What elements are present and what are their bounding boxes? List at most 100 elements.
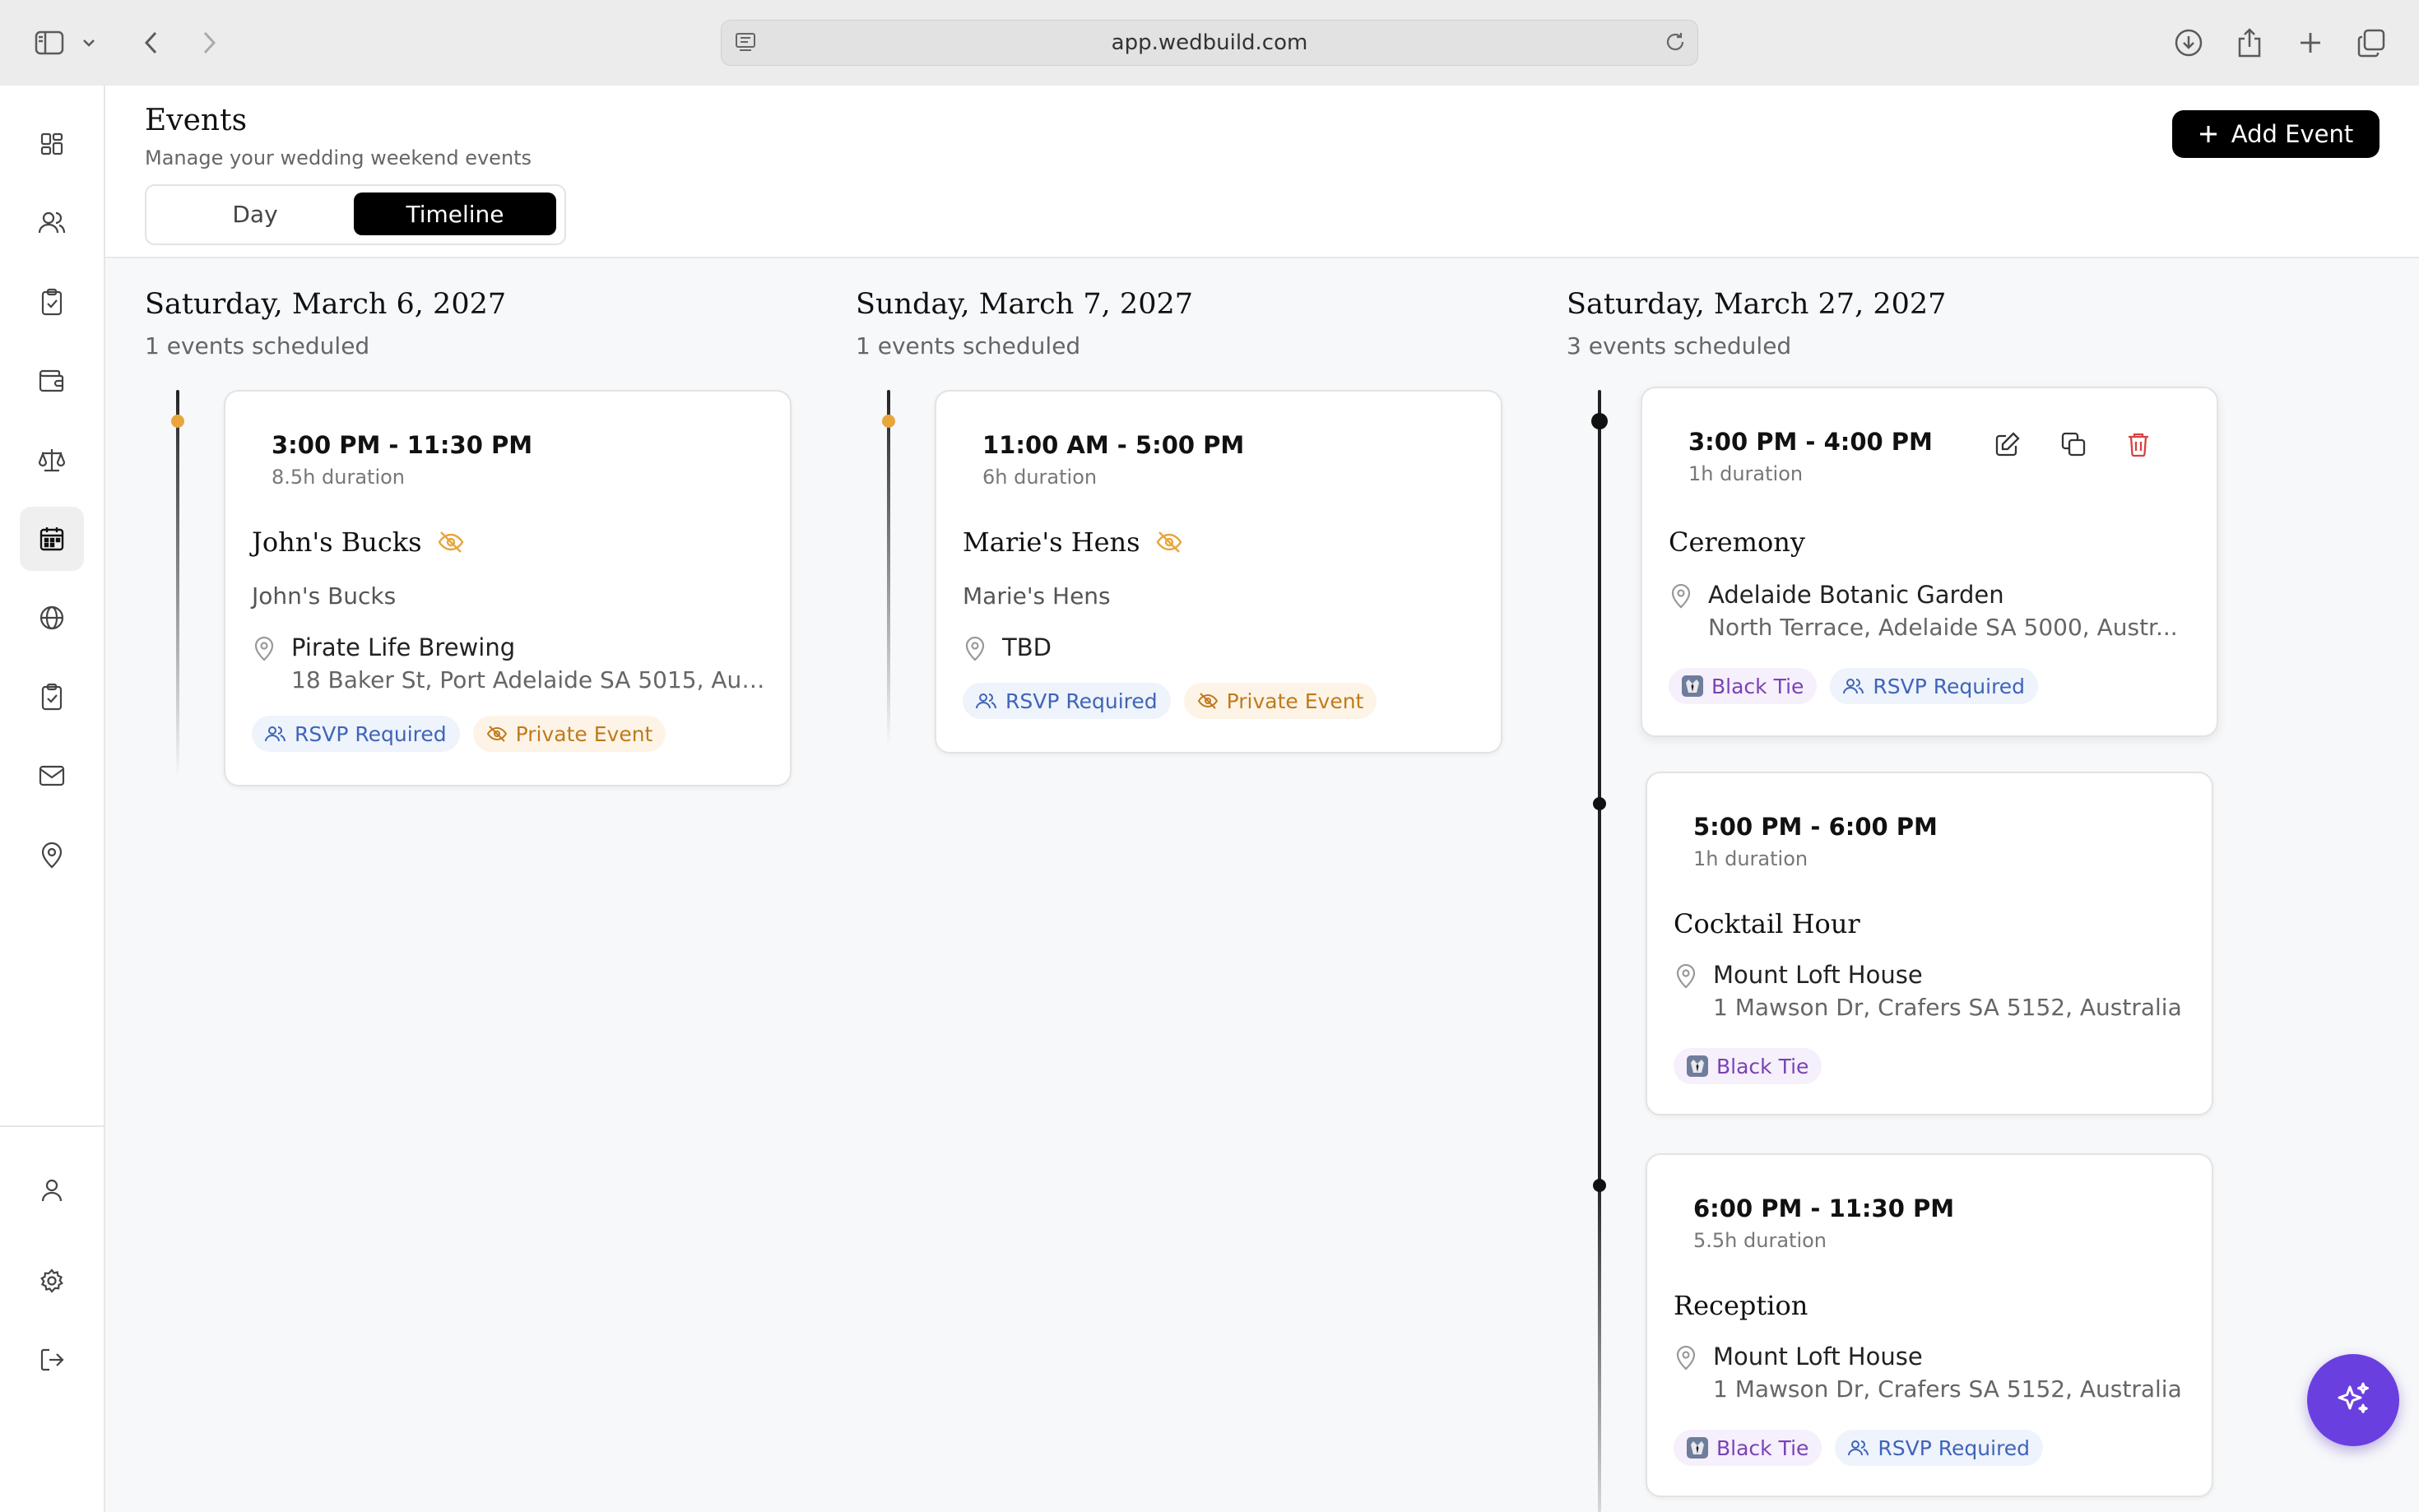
- rsvp-badge: RSVP Required: [252, 716, 460, 752]
- sidebar-toggle-icon[interactable]: [31, 25, 67, 61]
- back-icon[interactable]: [133, 25, 169, 61]
- event-venue: Mount Loft House: [1713, 961, 1923, 989]
- day-event-count: 1 events scheduled: [145, 332, 370, 359]
- rsvp-badge: RSVP Required: [963, 683, 1171, 719]
- event-badges: Black Tie RSVP Required: [1669, 668, 2039, 704]
- rsvp-badge: RSVP Required: [1830, 668, 2039, 704]
- location-pin-icon: [964, 635, 986, 661]
- url-text: app.wedbuild.com: [1111, 30, 1308, 55]
- duplicate-icon[interactable]: [2060, 431, 2087, 457]
- add-event-button[interactable]: Add Event: [2172, 110, 2380, 158]
- sidebar-item-venues[interactable]: [20, 823, 84, 887]
- chevron-down-icon[interactable]: [79, 25, 99, 61]
- profile-icon: [39, 1177, 64, 1204]
- guests-icon: [1843, 677, 1864, 695]
- event-duration: 6h duration: [982, 466, 1098, 489]
- timeline-dot: [171, 415, 184, 428]
- location-icon: [40, 841, 63, 869]
- scale-icon: [38, 447, 66, 473]
- page-icon: [733, 30, 758, 54]
- guests-icon: [1848, 1439, 1869, 1457]
- sidebar-item-logout[interactable]: [20, 1328, 84, 1392]
- event-address: North Terrace, Adelaide SA 5000, Austr..…: [1708, 614, 2178, 641]
- event-badges: Black Tie RSVP Required: [1674, 1430, 2044, 1466]
- location-pin-icon: [1675, 1344, 1697, 1371]
- event-duration: 1h duration: [1693, 847, 1808, 870]
- event-card[interactable]: 3:00 PM - 4:00 PM 1h duration Ceremony A…: [1641, 387, 2218, 737]
- suit-icon: [1687, 1055, 1708, 1077]
- badge-label: RSVP Required: [1873, 674, 2026, 698]
- sidebar-item-messages[interactable]: [20, 744, 84, 808]
- event-card[interactable]: 11:00 AM - 5:00 PM 6h duration Marie's H…: [935, 390, 1502, 754]
- sidebar-item-tasks[interactable]: [20, 665, 84, 729]
- add-event-label: Add Event: [2231, 120, 2354, 148]
- sidebar-item-legal[interactable]: [20, 428, 84, 492]
- event-name-row: Ceremony: [1669, 526, 1805, 558]
- share-icon[interactable]: [2231, 25, 2268, 61]
- checklist-icon: [39, 288, 64, 316]
- black-tie-badge: Black Tie: [1674, 1430, 1822, 1466]
- sparkles-icon: [2332, 1379, 2375, 1422]
- event-time: 11:00 AM - 5:00 PM: [982, 431, 1245, 459]
- event-name-row: Reception: [1674, 1290, 1808, 1321]
- view-toggle-timeline[interactable]: Timeline: [354, 192, 556, 235]
- event-address: 1 Mawson Dr, Crafers SA 5152, Australia: [1713, 1375, 2182, 1403]
- event-badges: RSVP Required Private Event: [963, 683, 1377, 719]
- forward-icon[interactable]: [191, 25, 227, 61]
- event-description: John's Bucks: [252, 582, 397, 610]
- guests-icon: [38, 210, 66, 236]
- timeline-rail: [176, 390, 179, 778]
- sidebar-item-guests[interactable]: [20, 191, 84, 255]
- badge-label: Black Tie: [1716, 1435, 1809, 1460]
- event-name: Marie's Hens: [963, 526, 1140, 558]
- event-name-row: John's Bucks: [252, 526, 465, 558]
- timeline-rail: [887, 390, 890, 747]
- event-name: Ceremony: [1669, 526, 1805, 558]
- sidebar-item-profile[interactable]: [20, 1158, 84, 1222]
- address-bar[interactable]: app.wedbuild.com: [721, 20, 1698, 66]
- event-description: Marie's Hens: [963, 582, 1111, 610]
- sidebar-item-website[interactable]: [20, 586, 84, 650]
- reload-icon[interactable]: [1663, 30, 1688, 54]
- sidebar-item-events[interactable]: [20, 507, 84, 571]
- event-name: Reception: [1674, 1290, 1808, 1321]
- private-badge: Private Event: [1183, 683, 1377, 719]
- logout-icon: [39, 1347, 65, 1373]
- timeline-dot: [1593, 1179, 1606, 1192]
- view-toggle-day[interactable]: Day: [153, 192, 357, 235]
- calendar-icon: [39, 526, 65, 552]
- ai-assistant-button[interactable]: [2307, 1354, 2399, 1446]
- settings-icon: [39, 1268, 65, 1294]
- event-address: 18 Baker St, Port Adelaide SA 5015, Aust…: [291, 666, 768, 693]
- edit-icon[interactable]: [1994, 431, 2021, 457]
- page-subtitle: Manage your wedding weekend events: [145, 146, 532, 169]
- event-badges: RSVP Required Private Event: [252, 716, 666, 752]
- event-venue: Mount Loft House: [1713, 1343, 1923, 1371]
- wallet-icon: [38, 369, 66, 393]
- event-card[interactable]: 3:00 PM - 11:30 PM 8.5h duration John's …: [224, 390, 792, 786]
- tabs-overview-icon[interactable]: [2353, 25, 2389, 61]
- event-card[interactable]: 5:00 PM - 6:00 PM 1h duration Cocktail H…: [1646, 772, 2213, 1115]
- sidebar-item-checklist[interactable]: [20, 270, 84, 334]
- event-time: 5:00 PM - 6:00 PM: [1693, 813, 1938, 841]
- day-title: Saturday, March 6, 2027: [145, 288, 507, 321]
- sidebar-item-dashboard[interactable]: [20, 112, 84, 176]
- browser-toolbar: app.wedbuild.com: [0, 0, 2419, 86]
- timeline-dot: [882, 415, 895, 428]
- guests-icon: [265, 725, 286, 743]
- guests-icon: [976, 692, 997, 710]
- delete-icon[interactable]: [2126, 431, 2151, 457]
- timeline-dot: [1593, 797, 1606, 810]
- event-name-row: Cocktail Hour: [1674, 908, 1860, 939]
- event-venue: Adelaide Botanic Garden: [1708, 581, 2004, 609]
- event-time: 6:00 PM - 11:30 PM: [1693, 1194, 1955, 1222]
- new-tab-icon[interactable]: [2292, 25, 2328, 61]
- sidebar-item-budget[interactable]: [20, 349, 84, 413]
- event-venue: Pirate Life Brewing: [291, 633, 516, 661]
- view-toggle: Day Timeline: [145, 184, 566, 245]
- eye-off-icon: [486, 725, 508, 743]
- event-card[interactable]: 6:00 PM - 11:30 PM 5.5h duration Recepti…: [1646, 1153, 2213, 1497]
- download-icon[interactable]: [2171, 25, 2207, 61]
- sidebar-item-settings[interactable]: [20, 1249, 84, 1313]
- page-title: Events: [145, 104, 248, 137]
